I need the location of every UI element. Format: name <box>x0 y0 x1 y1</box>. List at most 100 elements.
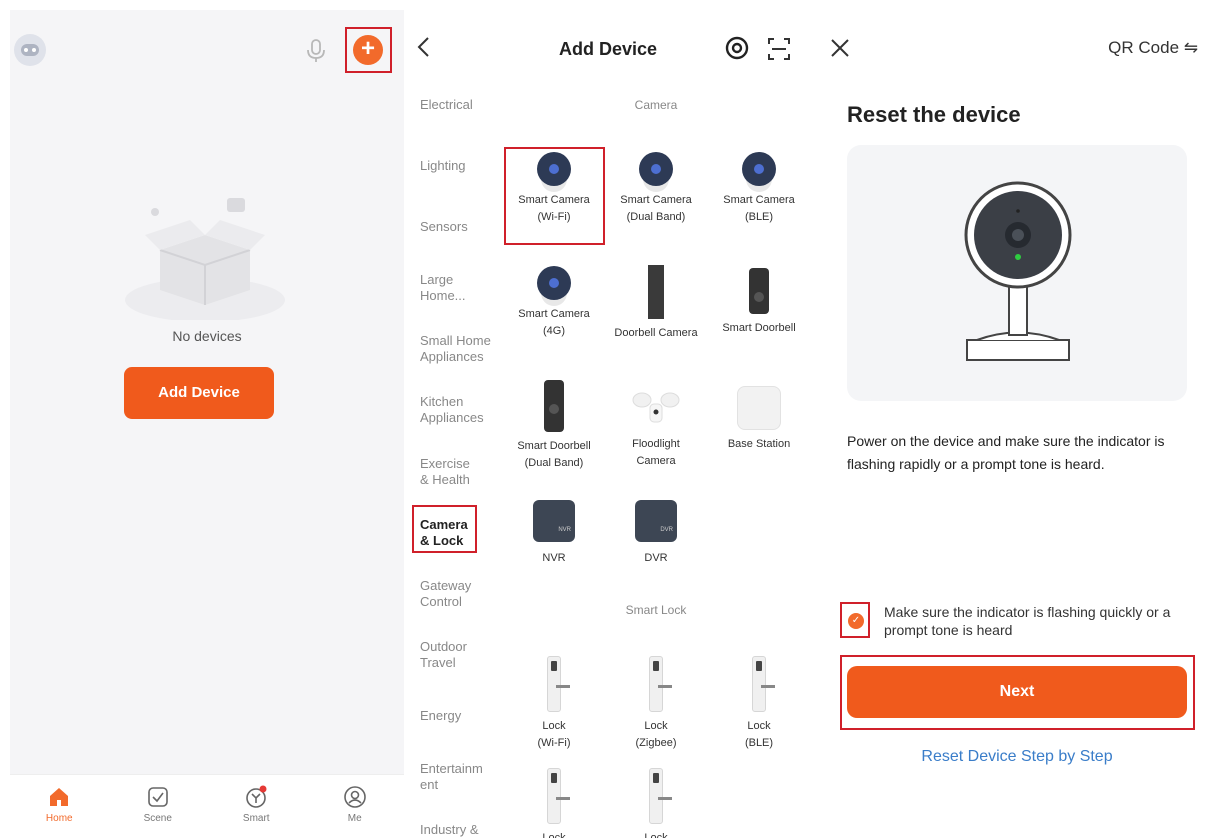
category-entertainment[interactable]: Entertainm ent <box>420 761 494 793</box>
device-smart-camera-ble[interactable]: Smart Camera (BLE) <box>709 152 809 226</box>
device-lock-zigbee[interactable]: Lock (Zigbee) <box>606 656 706 752</box>
device-name: Lock <box>644 832 668 838</box>
device-floodlight-camera[interactable]: Floodlight Camera <box>606 390 706 470</box>
device-nvr[interactable]: NVR NVR <box>504 500 604 567</box>
add-device-screen: Add Device Electrical Lighting Sensors L… <box>404 10 812 838</box>
device-sub: Camera <box>636 455 676 467</box>
device-name: Smart Camera <box>620 194 692 206</box>
device-sub: (Wi-Fi) <box>537 211 571 223</box>
device-sub: (BLE) <box>744 211 774 223</box>
device-sub: (Dual Band) <box>524 457 584 469</box>
tab-me[interactable]: Me <box>306 775 405 838</box>
empty-box-illustration <box>125 198 285 320</box>
device-sub: (Wi-Fi) <box>537 737 571 749</box>
category-exercise[interactable]: Exercise & Health <box>420 456 480 488</box>
lock-icon <box>547 656 570 712</box>
device-sub: (Zigbee) <box>635 737 677 749</box>
qr-code-link[interactable]: QR Code ⇋ <box>1108 38 1198 58</box>
device-lock-5[interactable]: Lock <box>606 768 706 838</box>
device-sub: (Dual Band) <box>626 211 686 223</box>
close-icon[interactable] <box>830 38 850 58</box>
device-name: Lock <box>644 720 668 732</box>
device-name: Smart Doorbell <box>517 440 591 452</box>
device-lock-wifi[interactable]: Lock (Wi-Fi) <box>504 656 604 752</box>
device-name: Smart Camera <box>518 194 590 206</box>
device-smart-doorbell-dual[interactable]: Smart Doorbell (Dual Band) <box>504 380 604 472</box>
category-industry[interactable]: Industry & <box>420 822 500 838</box>
add-device-button[interactable]: Add Device <box>124 367 274 419</box>
device-name: Base Station <box>727 438 791 450</box>
smart-icon <box>246 785 267 808</box>
confirm-text: Make sure the indicator is flashing quic… <box>884 604 1171 638</box>
device-lock-4[interactable]: Lock <box>504 768 604 838</box>
tab-home-label: Home <box>45 813 73 824</box>
device-name: Lock <box>542 720 566 732</box>
tab-smart-label: Smart <box>242 813 270 824</box>
bottom-tab-bar: Home Scene Smart Me <box>10 774 404 838</box>
device-smart-camera-dual[interactable]: Smart Camera (Dual Band) <box>606 152 706 226</box>
me-icon <box>343 786 366 808</box>
home-icon <box>50 788 69 806</box>
lock-icon <box>649 656 672 712</box>
category-gateway[interactable]: Gateway Control <box>420 578 480 610</box>
device-smart-doorbell[interactable]: Smart Doorbell <box>709 268 809 337</box>
device-name: Floodlight <box>632 438 680 450</box>
device-lock-ble[interactable]: Lock (BLE) <box>709 656 809 752</box>
camera-icon <box>537 152 571 186</box>
section-camera: Camera <box>634 98 678 112</box>
tab-home[interactable]: Home <box>10 775 109 838</box>
lock-icon <box>649 768 672 824</box>
category-outdoor[interactable]: Outdoor Travel <box>420 639 480 671</box>
camera-icon <box>742 152 776 186</box>
at-sign-icon[interactable] <box>724 35 750 61</box>
device-name: Lock <box>747 720 771 732</box>
no-devices-text: No devices <box>172 328 242 344</box>
device-name: Smart Camera <box>723 194 795 206</box>
device-name: DVR <box>644 552 668 564</box>
tab-smart[interactable]: Smart <box>207 775 306 838</box>
device-smart-camera-wifi[interactable]: Smart Camera (Wi-Fi) <box>504 152 604 226</box>
category-camera-lock[interactable]: Camera & Lock <box>420 517 476 549</box>
device-name: Smart Doorbell <box>722 322 796 334</box>
next-button[interactable]: Next <box>847 666 1187 718</box>
microphone-icon[interactable] <box>304 38 328 64</box>
doorbell-camera-icon <box>648 265 664 319</box>
device-name: Smart Camera <box>518 308 590 320</box>
category-lighting[interactable]: Lighting <box>420 158 500 174</box>
camera-icon <box>639 152 673 186</box>
lock-icon <box>547 768 570 824</box>
device-sub: (4G) <box>543 325 565 337</box>
section-smart-lock: Smart Lock <box>625 603 687 617</box>
device-base-station[interactable]: Base Station <box>709 386 809 453</box>
category-kitchen[interactable]: Kitchen Appliances <box>420 394 492 426</box>
doorbell-icon <box>544 380 564 432</box>
device-dvr[interactable]: DVR DVR <box>606 500 706 567</box>
scene-icon <box>147 787 168 807</box>
page-title: Add Device <box>404 39 812 60</box>
category-sensors[interactable]: Sensors <box>420 219 500 235</box>
tab-scene[interactable]: Scene <box>109 775 208 838</box>
home-screen: + No devices Add Device Home Scene Smart… <box>10 10 404 838</box>
device-name: Lock <box>542 832 566 838</box>
category-energy[interactable]: Energy <box>420 708 500 724</box>
device-name: Doorbell Camera <box>614 327 698 339</box>
category-small-home[interactable]: Small Home Appliances <box>420 333 500 365</box>
confirm-checkbox[interactable]: ✓ <box>848 613 864 629</box>
tab-me-label: Me <box>347 813 362 824</box>
tab-scene-label: Scene <box>143 813 172 824</box>
add-plus-button[interactable]: + <box>353 35 383 65</box>
device-doorbell-camera[interactable]: Doorbell Camera <box>606 265 706 342</box>
avatar[interactable] <box>14 34 46 66</box>
reset-step-link[interactable]: Reset Device Step by Step <box>812 748 1206 766</box>
lock-icon <box>752 656 775 712</box>
category-electrical[interactable]: Electrical <box>420 97 500 113</box>
avatar-face-icon <box>21 44 39 56</box>
reset-screen: QR Code ⇋ Reset the device Power on the … <box>812 10 1206 838</box>
nvr-icon: NVR <box>533 500 575 542</box>
device-smart-camera-4g[interactable]: Smart Camera (4G) <box>504 266 604 340</box>
reset-instruction: Power on the device and make sure the in… <box>847 433 1165 472</box>
scan-icon[interactable] <box>766 36 792 62</box>
base-station-icon <box>737 386 781 430</box>
floodlight-icon <box>632 392 680 423</box>
category-large-home[interactable]: Large Home... <box>420 272 476 304</box>
